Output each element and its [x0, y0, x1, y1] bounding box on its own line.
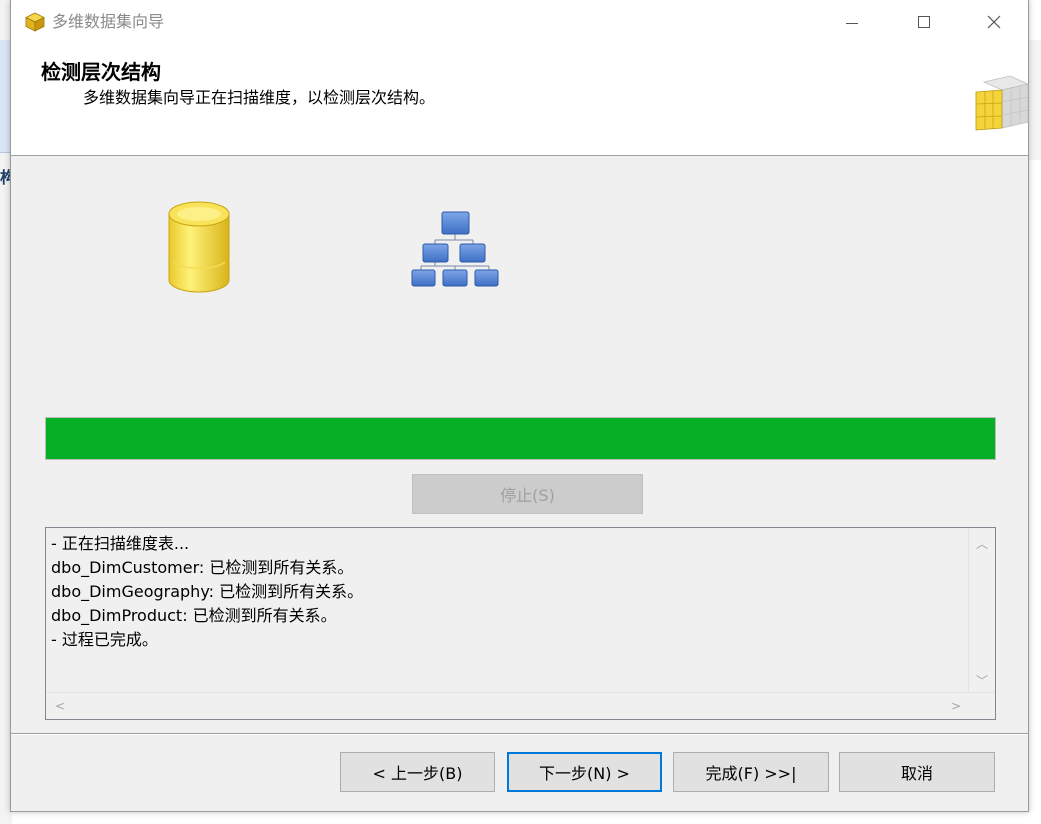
log-lines: - 正在扫描维度表... dbo_DimCustomer: 已检测到所有关系。 …	[51, 532, 967, 691]
cube-wizard-window: 多维数据集向导 检测层次结构 多维数据集向导正在扫描维度，以检测层次结构。 停止…	[10, 0, 1030, 812]
minimize-icon	[846, 22, 858, 24]
finish-button[interactable]: 完成(F) >>|	[673, 752, 829, 792]
log-line: - 过程已完成。	[51, 630, 158, 649]
scroll-down-icon[interactable]: ﹀	[976, 675, 988, 687]
wizard-header: 检测层次结构 多维数据集向导正在扫描维度，以检测层次结构。	[11, 44, 1030, 156]
log-line: - 正在扫描维度表...	[51, 534, 190, 553]
title-bar[interactable]: 多维数据集向导	[11, 0, 1028, 44]
scroll-left-icon[interactable]: <	[55, 700, 65, 712]
maximize-button[interactable]	[901, 0, 947, 44]
scroll-up-icon[interactable]: ︿	[976, 538, 988, 550]
next-button[interactable]: 下一步(N) >	[507, 752, 662, 792]
cube-icon	[25, 12, 45, 32]
close-button[interactable]	[971, 0, 1017, 44]
back-button[interactable]: < 上一步(B)	[340, 752, 495, 792]
cancel-button[interactable]: 取消	[839, 752, 995, 792]
log-line: dbo_DimGeography: 已检测到所有关系。	[51, 582, 364, 601]
minimize-button[interactable]	[829, 0, 875, 44]
close-icon	[987, 15, 1001, 29]
page-title: 检测层次结构	[41, 60, 161, 84]
scroll-right-icon[interactable]: >	[951, 700, 961, 712]
page-subtitle: 多维数据集向导正在扫描维度，以检测层次结构。	[83, 88, 436, 107]
hierarchy-icon	[411, 211, 499, 287]
log-line: dbo_DimProduct: 已检测到所有关系。	[51, 606, 337, 625]
maximize-icon	[918, 16, 930, 28]
progress-bar-fill	[46, 418, 995, 459]
progress-bar	[45, 417, 996, 460]
stop-button[interactable]: 停止(S)	[412, 474, 643, 514]
horizontal-scrollbar[interactable]: < >	[46, 692, 995, 719]
database-icon	[168, 201, 230, 293]
log-line: dbo_DimCustomer: 已检测到所有关系。	[51, 558, 354, 577]
background-app-right	[1029, 0, 1041, 824]
log-output[interactable]: - 正在扫描维度表... dbo_DimCustomer: 已检测到所有关系。 …	[45, 527, 996, 720]
footer-divider	[11, 733, 1028, 735]
vertical-scrollbar[interactable]: ︿ ﹀	[968, 528, 995, 693]
cube-grid-icon	[975, 75, 1030, 131]
window-title: 多维数据集向导	[52, 12, 165, 31]
